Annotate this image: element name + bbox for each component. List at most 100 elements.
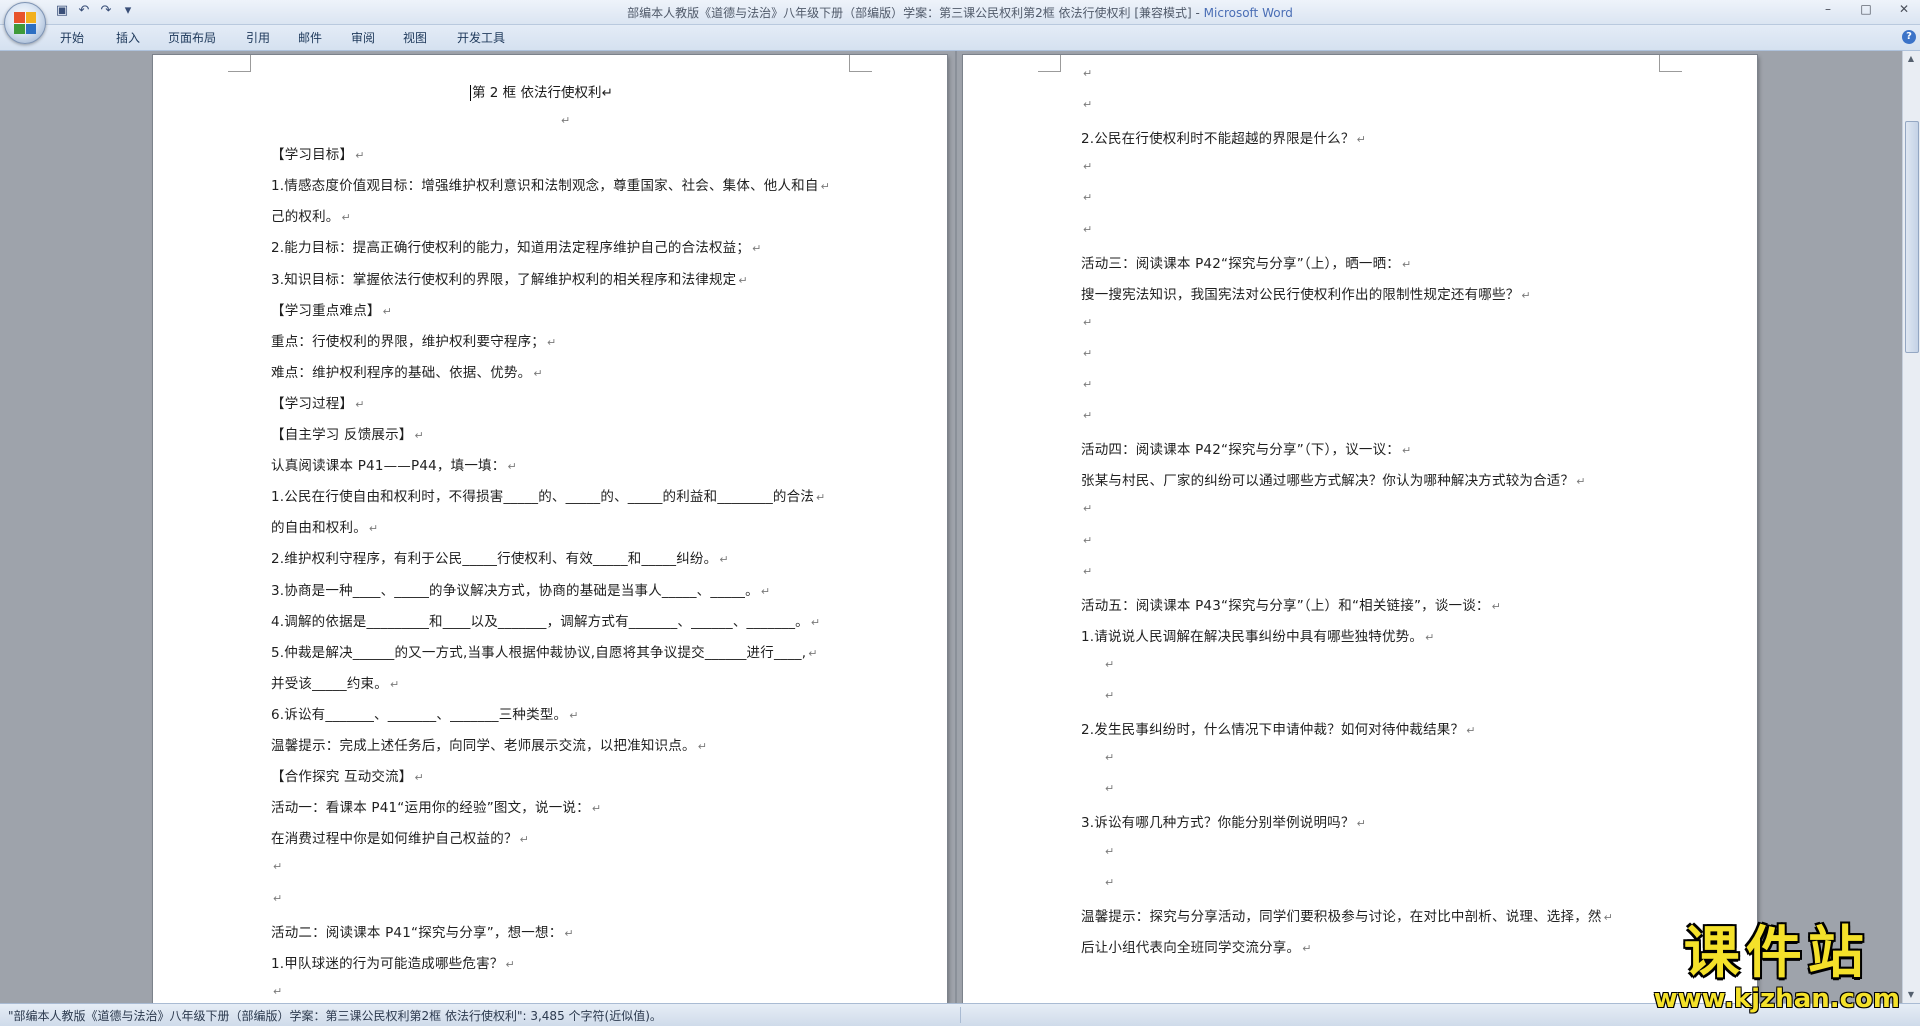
paragraph-mark: ↵ xyxy=(1425,630,1435,644)
office-logo-icon xyxy=(14,12,36,34)
paragraph-mark: ↵ xyxy=(1105,782,1115,796)
paragraph-mark: ↵ xyxy=(1083,502,1093,516)
document-line: 【合作探究 互动交流】 ↵ xyxy=(271,765,424,785)
paragraph-mark: ↵ xyxy=(533,366,543,380)
paragraph-mark: ↵ xyxy=(1105,844,1115,858)
document-line: 温馨提示：探究与分享活动，同学们要积极参与讨论，在对比中剖析、说理、选择，然 ↵ xyxy=(1081,905,1613,925)
line-text: 温馨提示：探究与分享活动，同学们要积极参与讨论，在对比中剖析、说理、选择，然 xyxy=(1081,908,1602,925)
paragraph-mark: ↵ xyxy=(1083,98,1093,112)
paragraph-mark: ↵ xyxy=(1105,689,1115,702)
document-line: 张某与村民、厂家的纠纷可以通过哪些方式解决？你认为哪种解决方式较为合适？ ↵ xyxy=(1081,469,1586,489)
paragraph-mark: ↵ xyxy=(1105,875,1115,889)
crop-mark xyxy=(1659,55,1682,72)
paragraph-mark: ↵ xyxy=(368,522,379,536)
line-text: 并受该_____约束。 xyxy=(271,675,388,692)
document-line: 3.知识目标：掌握依法行使权利的界限，了解维护权利的相关程序和法律规定 ↵ xyxy=(271,268,748,288)
document-line: ↵ xyxy=(1081,407,1092,423)
line-text: 3.协商是一种____、_____的争议解决方式，协商的基础是当事人_____、… xyxy=(271,582,759,599)
paragraph-mark: ↵ xyxy=(1576,475,1586,489)
ribbon-tab[interactable]: 开发工具 xyxy=(457,29,505,46)
line-text: 【学习重点难点】 xyxy=(271,302,381,319)
line-text: 4.调解的依据是_________和____以及_______，调解方式有___… xyxy=(271,613,809,630)
line-text: 重点：行使权利的界限，维护权利要守程序； xyxy=(271,333,545,350)
crop-mark xyxy=(228,55,251,72)
paragraph-mark: ↵ xyxy=(519,833,530,847)
line-text: 3.知识目标：掌握依法行使权利的界限，了解维护权利的相关程序和法律规定 xyxy=(271,271,737,288)
document-line: ↵ xyxy=(1081,345,1092,361)
document-page-left[interactable]: 第 2 框 依法行使权利↵ ↵ 【学习目标】 ↵ 1.情感态度价值观目标：增强维护权利… xyxy=(153,55,947,1003)
status-bar: "部编本人教版《道德与法治》八年级下册（部编版）学案：第三课公民权利第2框 依法… xyxy=(0,1003,1920,1026)
paragraph-mark: ↵ xyxy=(752,242,762,256)
minimize-button[interactable]: – xyxy=(1818,2,1838,16)
document-line: 1.请说说人民调解在解决民事纠纷中具有哪些独特优势。 ↵ xyxy=(1081,625,1435,645)
line-text: 2.能力目标：提高正确行使权利的能力，知道用法定程序维护自己的合法权益； xyxy=(271,240,751,257)
paragraph-mark: ↵ xyxy=(561,114,571,127)
document-line: 重点：行使权利的界限，维护权利要守程序； ↵ xyxy=(271,330,556,350)
document-line: 认真阅读课本 P41——P44，填一填： ↵ xyxy=(271,454,517,474)
line-text: 难点：维护权利程序的基础、依据、优势。 xyxy=(271,364,532,381)
line-text: 【学习过程】 xyxy=(271,395,354,412)
close-button[interactable]: ✕ xyxy=(1894,2,1914,16)
scroll-up-icon[interactable]: ▲ xyxy=(1905,53,1917,65)
paragraph-mark: ↵ xyxy=(1083,191,1093,205)
document-line: ↵ xyxy=(271,983,282,999)
maximize-button[interactable]: □ xyxy=(1856,2,1876,16)
scroll-thumb[interactable] xyxy=(1905,121,1919,353)
paragraph-mark: ↵ xyxy=(808,646,818,660)
office-button[interactable] xyxy=(4,2,46,44)
line-text: 1.请说说人民调解在解决民事纠纷中具有哪些独特优势。 xyxy=(1081,628,1424,645)
ribbon-tab[interactable]: 引用 xyxy=(246,29,270,46)
help-icon[interactable]: ? xyxy=(1902,30,1916,44)
paragraph-mark: ↵ xyxy=(1603,910,1614,924)
ribbon-tabs: 开始 插入 页面布局 引用 邮件 审阅 视图 开发工具 xyxy=(0,25,1920,51)
document-line: 己的权利。 ↵ xyxy=(271,205,351,225)
ribbon-tab[interactable]: 开始 xyxy=(60,29,84,46)
line-text: 2.维护权利守程序，有利于公民_____行使权利、有效_____和_____纠纷… xyxy=(271,551,718,568)
document-line: 并受该_____约束。 ↵ xyxy=(271,672,399,692)
paragraph-mark: ↵ xyxy=(1083,378,1093,391)
document-line: ↵ xyxy=(1081,314,1092,330)
paragraph-mark: ↵ xyxy=(505,957,515,971)
ribbon-tab[interactable]: 邮件 xyxy=(298,29,322,46)
line-text: 活动五：阅读课本 P43“探究与分享”（上）和“相关链接”，谈一谈： xyxy=(1081,597,1490,614)
document-line: 3.诉讼有哪几种方式？你能分别举例说明吗？ ↵ xyxy=(1081,811,1366,831)
document-line: ↵ xyxy=(1081,158,1092,174)
document-line: ↵ xyxy=(559,112,570,128)
line-text: 1.情感态度价值观目标：增强维护权利意识和法制观念，尊重国家、社会、集体、他人和… xyxy=(271,178,819,195)
document-line: 后让小组代表向全班同学交流分享。 ↵ xyxy=(1081,936,1312,956)
paragraph-mark: ↵ xyxy=(1356,817,1367,831)
document-heading: 第 2 框 依法行使权利↵ xyxy=(470,81,613,101)
ribbon-tab[interactable]: 插入 xyxy=(116,29,140,46)
paragraph-mark: ↵ xyxy=(591,802,602,816)
paragraph-mark: ↵ xyxy=(1083,315,1093,329)
ribbon-tab[interactable]: 视图 xyxy=(403,29,427,46)
window-controls: – □ ✕ xyxy=(1818,2,1914,16)
watermark-url: www.kjzhan.com xyxy=(1653,984,1900,1014)
line-text: 【合作探究 互动交流】 xyxy=(271,769,413,786)
status-divider xyxy=(960,1007,961,1023)
ribbon-tab[interactable]: 页面布局 xyxy=(168,29,216,46)
line-text: 1.甲队球迷的行为可能造成哪些危害？ xyxy=(271,955,504,972)
paragraph-mark: ↵ xyxy=(1083,409,1093,423)
document-line: 1.甲队球迷的行为可能造成哪些危害？ ↵ xyxy=(271,952,515,972)
document-line: 6.诉讼有_______、_______、_______三种类型。 ↵ xyxy=(271,703,579,723)
scroll-down-icon[interactable]: ▼ xyxy=(1905,989,1917,1001)
document-line: 在消费过程中你是如何维护自己权益的？ ↵ xyxy=(271,827,529,847)
document-line: 1.公民在行使自由和权利时，不得损害_____的、_____的、_____的利益… xyxy=(271,485,825,505)
vertical-scrollbar[interactable]: ▲ ▼ xyxy=(1902,51,1920,1003)
document-line: ↵ xyxy=(1103,780,1114,796)
paragraph-mark: ↵ xyxy=(738,273,748,287)
paragraph-mark: ↵ xyxy=(1402,257,1412,271)
document-line: 的自由和权利。 ↵ xyxy=(271,516,378,536)
page-gap xyxy=(955,51,957,1003)
paragraph-mark: ↵ xyxy=(1083,564,1093,578)
ribbon-tab[interactable]: 审阅 xyxy=(351,29,375,46)
line-text: 【学习目标】 xyxy=(271,147,354,164)
document-line: ↵ xyxy=(271,890,282,906)
paragraph-mark: ↵ xyxy=(355,149,365,163)
document-line: 1.情感态度价值观目标：增强维护权利意识和法制观念，尊重国家、社会、集体、他人和… xyxy=(271,174,830,194)
document-page-right[interactable]: ↵ ↵ 2.公民在行使权利时不能超越的界限是什么？ ↵ ↵ ↵ ↵ 活动三：阅读课本 P42“… xyxy=(963,55,1757,1003)
paragraph-mark: ↵ xyxy=(1105,751,1115,765)
paragraph-mark: ↵ xyxy=(760,584,771,598)
document-line: 活动三：阅读课本 P42“探究与分享”（上），晒一晒： ↵ xyxy=(1081,252,1411,272)
